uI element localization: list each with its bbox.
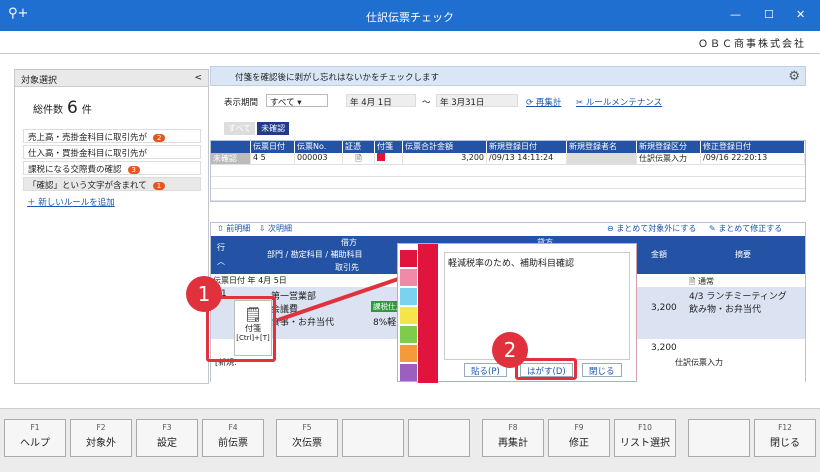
fkey-8[interactable]: F8 再集計 [482, 419, 544, 457]
fkey-5[interactable]: F5 次伝票 [276, 419, 338, 457]
fkey-7[interactable] [408, 419, 470, 457]
color-swatch[interactable] [400, 307, 417, 324]
fkey-number: F8 [508, 423, 518, 432]
fkey-number: F10 [638, 423, 652, 432]
color-swatch[interactable] [400, 326, 417, 343]
fkey-number: F5 [302, 423, 312, 432]
fkey-10[interactable]: F10 リスト選択 [614, 419, 676, 457]
memo-textarea[interactable]: 軽減税率のため、補助科目確認 [444, 252, 630, 360]
fkey-9[interactable]: F9 修正 [548, 419, 610, 457]
fkey-4[interactable]: F4 前伝票 [202, 419, 264, 457]
color-swatch[interactable] [400, 364, 417, 381]
fkey-6[interactable] [342, 419, 404, 457]
color-swatch[interactable] [400, 269, 417, 286]
fkey-number: F3 [162, 423, 172, 432]
color-strip [418, 244, 438, 383]
arrow-line [277, 275, 405, 322]
fkey-label: 前伝票 [218, 438, 248, 449]
fkey-11[interactable] [688, 419, 750, 457]
color-swatch[interactable] [400, 288, 417, 305]
fkey-number: F12 [778, 423, 792, 432]
fkey-number: F1 [30, 423, 40, 432]
fkey-number: F2 [96, 423, 106, 432]
fkey-label: ヘルプ [20, 438, 50, 449]
fkey-12[interactable]: F12 閉じる [754, 419, 816, 457]
fkey-3[interactable]: F3 設定 [136, 419, 198, 457]
function-key-bar: F1 ヘルプ F2 対象外 F3 設定 F4 前伝票 F5 次伝票 F8 再集計 F9 修正 F10 リスト選… [0, 408, 820, 472]
callout-1: 1 [186, 276, 222, 312]
color-swatch[interactable] [400, 250, 417, 267]
fkey-label: 対象外 [86, 438, 116, 449]
fkey-1[interactable]: F1 ヘルプ [4, 419, 66, 457]
fkey-label: 再集計 [498, 438, 528, 449]
fkey-label: 次伝票 [292, 438, 322, 449]
fkey-2[interactable]: F2 対象外 [70, 419, 132, 457]
fkey-label: リスト選択 [620, 438, 670, 449]
arrow-annotation [277, 266, 412, 322]
fkey-label: 設定 [157, 438, 177, 449]
highlight-box-2 [515, 358, 577, 380]
popup-close-button[interactable]: 閉じる [582, 363, 622, 377]
color-swatch[interactable] [400, 345, 417, 362]
fkey-number: F4 [228, 423, 238, 432]
callout-2: 2 [492, 332, 528, 368]
fkey-label: 修正 [569, 438, 589, 449]
fkey-number: F9 [574, 423, 584, 432]
fkey-label: 閉じる [770, 438, 800, 449]
